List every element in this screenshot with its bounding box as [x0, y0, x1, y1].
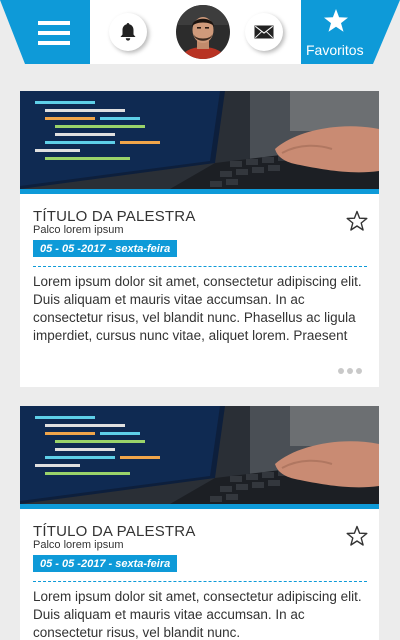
favorites-label: Favoritos — [306, 42, 364, 58]
talk-title: TÍTULO DA PALESTRA — [33, 523, 196, 540]
bell-icon — [120, 23, 136, 41]
messages-button[interactable] — [245, 13, 283, 51]
more-options-icon[interactable] — [338, 368, 362, 374]
talk-card[interactable]: TÍTULO DA PALESTRA Palco lorem ipsum 05 … — [20, 91, 379, 387]
card-accent-bar — [20, 189, 379, 194]
talk-stage: Palco lorem ipsum — [33, 539, 124, 551]
avatar-portrait — [176, 5, 230, 59]
card-divider — [33, 581, 367, 582]
star-icon — [324, 9, 348, 32]
favorite-star-icon[interactable] — [346, 210, 368, 231]
talk-date-badge: 05 - 05 -2017 - sexta-feira — [33, 240, 178, 257]
talk-stage: Palco lorem ipsum — [33, 224, 124, 236]
laptop-illustration — [20, 91, 379, 189]
header-center — [90, 0, 301, 64]
user-avatar[interactable] — [176, 5, 230, 59]
card-accent-bar — [20, 504, 379, 509]
notifications-button[interactable] — [109, 13, 147, 51]
card-laptop-image — [20, 91, 379, 189]
favorites-tab[interactable]: Favoritos — [301, 0, 400, 64]
talk-card[interactable]: TÍTULO DA PALESTRA Palco lorem ipsum 05 … — [20, 406, 379, 640]
card-laptop-image — [20, 406, 379, 504]
favorite-star-icon[interactable] — [346, 525, 368, 546]
talk-date-badge: 05 - 05 -2017 - sexta-feira — [33, 555, 178, 572]
app-header: Favoritos — [0, 0, 400, 64]
hamburger-menu-icon[interactable] — [38, 21, 70, 47]
talk-title: TÍTULO DA PALESTRA — [33, 208, 196, 225]
talk-description: Lorem ipsum dolor sit amet, consectetur … — [33, 589, 362, 640]
card-divider — [33, 266, 367, 267]
envelope-icon — [254, 25, 274, 39]
laptop-illustration — [20, 406, 379, 504]
talk-description: Lorem ipsum dolor sit amet, consectetur … — [33, 274, 362, 343]
menu-tab[interactable] — [0, 0, 90, 64]
